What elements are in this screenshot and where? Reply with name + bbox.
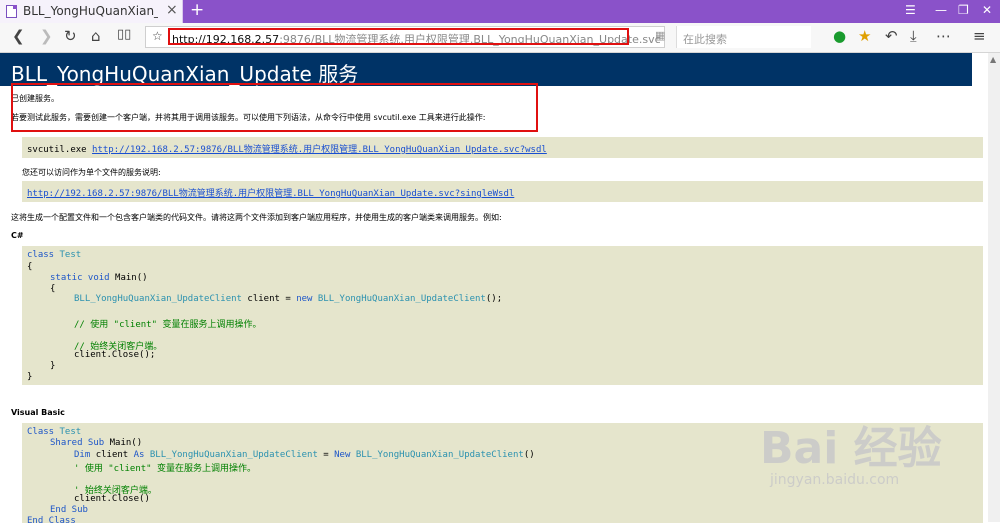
cs-line-1: class Test <box>27 250 82 260</box>
more-icon[interactable]: ⋯ <box>936 27 951 45</box>
single-wsdl-link-text[interactable]: http://192.168.2.57:9876/BLL物流管理系统.用户权限管… <box>27 189 514 199</box>
hamburger-menu-icon[interactable]: ≡ <box>973 27 986 45</box>
vb-line-1: Class Test <box>27 427 82 437</box>
bookmark-star-icon[interactable]: ☆ <box>152 29 163 43</box>
svcutil-label: svcutil.exe <box>27 145 93 155</box>
back-icon[interactable]: ❮ <box>12 27 25 45</box>
search-placeholder: 在此搜索 <box>683 33 727 46</box>
cs-line-10: } <box>27 372 33 382</box>
wsdl-link[interactable]: http://192.168.2.57:9876/BLL物流管理系统.用户权限管… <box>92 145 547 155</box>
menu-icon[interactable]: ☰ <box>905 3 916 17</box>
wsdl-note: 您还可以访问作为单个文件的服务说明: <box>22 168 161 177</box>
url-highlight-box <box>168 28 629 45</box>
cs-line-2: { <box>27 262 33 272</box>
cs-line-5: BLL_YongHuQuanXian_UpdateClient client =… <box>74 294 503 304</box>
favorites-icon[interactable]: ★ <box>858 27 871 45</box>
cs-comment-1: // 使用 "client" 变量在服务上调用操作。 <box>74 320 262 330</box>
csharp-heading: C# <box>11 231 24 240</box>
page-icon <box>6 5 17 18</box>
tab-title: BLL_YongHuQuanXian_Upd <box>23 4 158 18</box>
baidu-watermark: Bai 经验 jingyan.baidu.com <box>760 412 942 488</box>
scrollbar[interactable] <box>988 53 1000 522</box>
cs-close-call: client.Close(); <box>74 350 156 360</box>
extension-icon[interactable]: ● <box>833 27 846 45</box>
restore-icon[interactable]: ❐ <box>958 3 969 17</box>
vb-comment-1: ' 使用 "client" 变量在服务上调用操作。 <box>74 464 257 474</box>
vb-line-8: End Class <box>27 516 76 526</box>
browser-tab[interactable]: BLL_YongHuQuanXian_Upd × <box>0 0 183 23</box>
cs-line-9: } <box>50 361 56 371</box>
instructions-highlight-box <box>11 83 538 132</box>
watermark-url: jingyan.baidu.com <box>770 472 900 488</box>
cs-line-4: { <box>50 284 56 294</box>
vb-line-3: Dim client As BLL_YongHuQuanXian_UpdateC… <box>74 450 535 460</box>
minimize-icon[interactable]: — <box>935 3 947 17</box>
vb-line-7: End Sub <box>50 505 88 515</box>
reload-icon[interactable]: ↻ <box>64 27 77 45</box>
watermark-logo: Bai 经验 <box>760 423 942 474</box>
vb-close-call: client.Close() <box>74 494 150 504</box>
cs-line-3: static void Main() <box>50 273 148 283</box>
reader-icon[interactable]: ▯▯ <box>117 27 131 42</box>
vb-line-2: Shared Sub Main() <box>50 438 143 448</box>
home-icon[interactable]: ⌂ <box>91 27 101 45</box>
undo-icon[interactable]: ↶ <box>885 27 898 45</box>
close-window-icon[interactable]: ✕ <box>982 3 992 17</box>
generate-note: 这将生成一个配置文件和一个包含客户端类的代码文件。请将这两个文件添加到客户端应用… <box>11 213 502 222</box>
close-tab-icon[interactable]: × <box>166 2 178 18</box>
csharp-code-box <box>22 246 983 385</box>
new-tab-button[interactable]: + <box>190 0 204 20</box>
vb-heading: Visual Basic <box>11 408 65 417</box>
download-icon[interactable]: ⤓ <box>910 27 917 45</box>
forward-icon[interactable]: ❯ <box>40 27 53 45</box>
svcutil-command: svcutil.exe http://192.168.2.57:9876/BLL… <box>27 142 547 155</box>
scroll-up-icon[interactable]: ▲ <box>990 55 996 64</box>
single-wsdl-link[interactable]: http://192.168.2.57:9876/BLL物流管理系统.用户权限管… <box>27 186 514 199</box>
